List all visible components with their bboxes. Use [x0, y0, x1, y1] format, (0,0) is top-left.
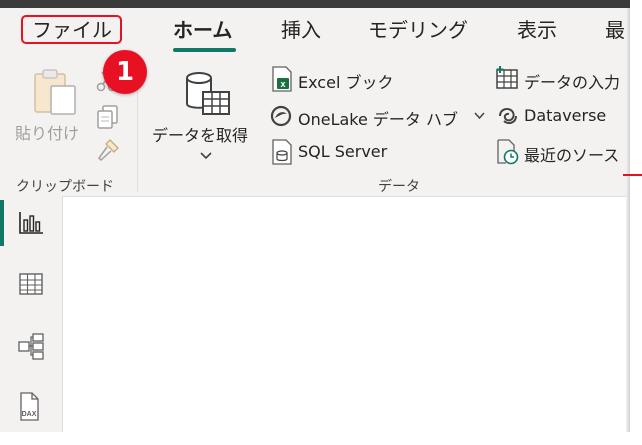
annotation-mark [623, 174, 642, 176]
excel-icon: x [271, 66, 293, 92]
enter-data-button[interactable]: データの入力 [524, 69, 620, 93]
recent-sources-button[interactable]: 最近のソース [524, 142, 619, 166]
file-tab-highlight [21, 15, 122, 44]
onelake-icon [269, 104, 293, 128]
clipboard-group-label: クリップボード [16, 179, 114, 195]
chevron-down-icon[interactable] [474, 112, 485, 120]
tab-view[interactable]: 表示 [517, 14, 557, 46]
dataverse-button[interactable]: Dataverse [524, 106, 606, 125]
active-view-indicator [0, 200, 4, 246]
dax-query-view-icon[interactable]: DAX [17, 392, 43, 422]
table-view-icon[interactable] [18, 272, 44, 296]
svg-text:x: x [280, 79, 285, 89]
tab-home-indicator [173, 48, 236, 52]
data-group-label: データ [378, 179, 420, 195]
tab-insert[interactable]: 挿入 [281, 14, 321, 46]
screenshot-margin-bottom [0, 432, 630, 445]
step-callout-badge: 1 [103, 50, 147, 94]
report-view-icon[interactable] [18, 211, 44, 235]
format-painter-icon[interactable] [96, 138, 120, 162]
screenshot-margin-right [630, 0, 642, 445]
tab-overflow[interactable]: 最 [605, 14, 625, 46]
onelake-data-hub-button[interactable]: OneLake データ ハブ [298, 106, 458, 130]
report-canvas[interactable] [63, 197, 630, 432]
sql-server-icon [271, 139, 293, 165]
enter-data-icon [495, 66, 519, 90]
tab-modeling[interactable]: モデリング [368, 14, 468, 46]
excel-workbook-button[interactable]: Excel ブック [298, 69, 393, 93]
svg-text:DAX: DAX [22, 411, 37, 418]
recent-sources-icon [496, 139, 520, 165]
paste-button[interactable]: 貼り付け [15, 120, 79, 144]
chevron-down-icon[interactable] [200, 152, 212, 160]
model-view-icon[interactable] [17, 332, 45, 360]
get-data-icon [183, 68, 233, 118]
window-top-bar [0, 0, 642, 8]
copy-icon[interactable] [96, 104, 120, 130]
tab-home[interactable]: ホーム [173, 14, 232, 46]
get-data-button[interactable]: データを取得 [152, 122, 248, 146]
dataverse-icon [496, 104, 520, 128]
paste-icon [32, 68, 80, 118]
sql-server-button[interactable]: SQL Server [298, 142, 387, 161]
